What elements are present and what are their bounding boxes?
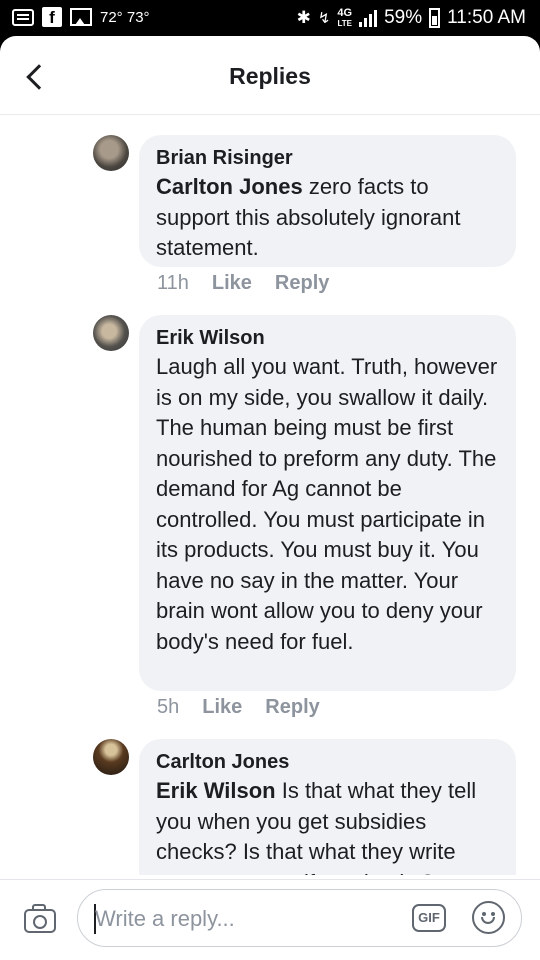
reply-button[interactable]: Reply <box>265 696 319 719</box>
comment-time: 11h <box>157 272 189 294</box>
status-bar-left: f 72° 73° <box>12 7 150 27</box>
avatar[interactable] <box>93 315 129 351</box>
replies-screen: Replies Brian Risinger Carlton Jones zer… <box>0 36 540 960</box>
replies-list[interactable]: Brian Risinger Carlton Jones zero facts … <box>0 115 540 875</box>
comment-text: Laugh all you want. Truth, however is on… <box>156 352 498 657</box>
avatar[interactable] <box>93 739 129 775</box>
comment-time: 5h <box>157 696 180 718</box>
reply-composer: GIF <box>0 879 540 960</box>
gif-button[interactable]: GIF <box>412 904 446 932</box>
network-type: 4G LTE <box>337 6 353 29</box>
temperature-text: 72° 73° <box>100 8 150 26</box>
status-bar: f 72° 73° ✱ ↯ 4G LTE 59% 11:50 AM <box>0 0 540 36</box>
image-notification-icon <box>70 8 92 26</box>
network-label: 4G <box>337 6 353 19</box>
comment-bubble[interactable]: Brian Risinger Carlton Jones zero facts … <box>139 135 516 267</box>
like-button[interactable]: Like <box>202 696 242 719</box>
comment-actions: 11h Like Reply <box>157 272 329 295</box>
battery-percent: 59% <box>384 7 423 28</box>
camera-button[interactable] <box>24 904 60 934</box>
battery-icon <box>429 8 441 28</box>
emoji-button[interactable] <box>472 901 505 934</box>
reply-input-box[interactable]: GIF <box>77 889 522 947</box>
comment-body: Laugh all you want. Truth, however is on… <box>156 354 498 654</box>
comment-text: Carlton Jones zero facts to support this… <box>156 172 498 264</box>
comment-actions: 5h Like Reply <box>157 696 320 719</box>
avatar[interactable] <box>93 135 129 171</box>
comment-mention[interactable]: Carlton Jones <box>156 174 303 199</box>
comment-author[interactable]: Erik Wilson <box>156 327 498 349</box>
message-notification-icon <box>12 8 34 26</box>
page-title: Replies <box>229 63 311 89</box>
bluetooth-icon: ✱ <box>296 8 311 27</box>
vibrate-icon: ↯ <box>317 10 331 27</box>
comment-text: Erik Wilson Is that what they tell you w… <box>156 776 498 875</box>
comment-bubble[interactable]: Carlton Jones Erik Wilson Is that what t… <box>139 739 516 875</box>
reply-button[interactable]: Reply <box>275 272 329 295</box>
status-bar-right: ✱ ↯ 4G LTE 59% 11:50 AM <box>297 7 526 29</box>
network-sub-label: LTE <box>337 18 352 28</box>
clock: 11:50 AM <box>447 7 526 28</box>
facebook-notification-icon: f <box>42 7 62 27</box>
signal-icon <box>359 9 378 27</box>
reply-input[interactable] <box>93 902 397 936</box>
comment-author[interactable]: Carlton Jones <box>156 751 498 773</box>
header: Replies <box>0 36 540 115</box>
comment-mention[interactable]: Erik Wilson <box>156 778 276 803</box>
comment-author[interactable]: Brian Risinger <box>156 147 498 169</box>
comment-bubble[interactable]: Erik Wilson Laugh all you want. Truth, h… <box>139 315 516 691</box>
like-button[interactable]: Like <box>212 272 252 295</box>
